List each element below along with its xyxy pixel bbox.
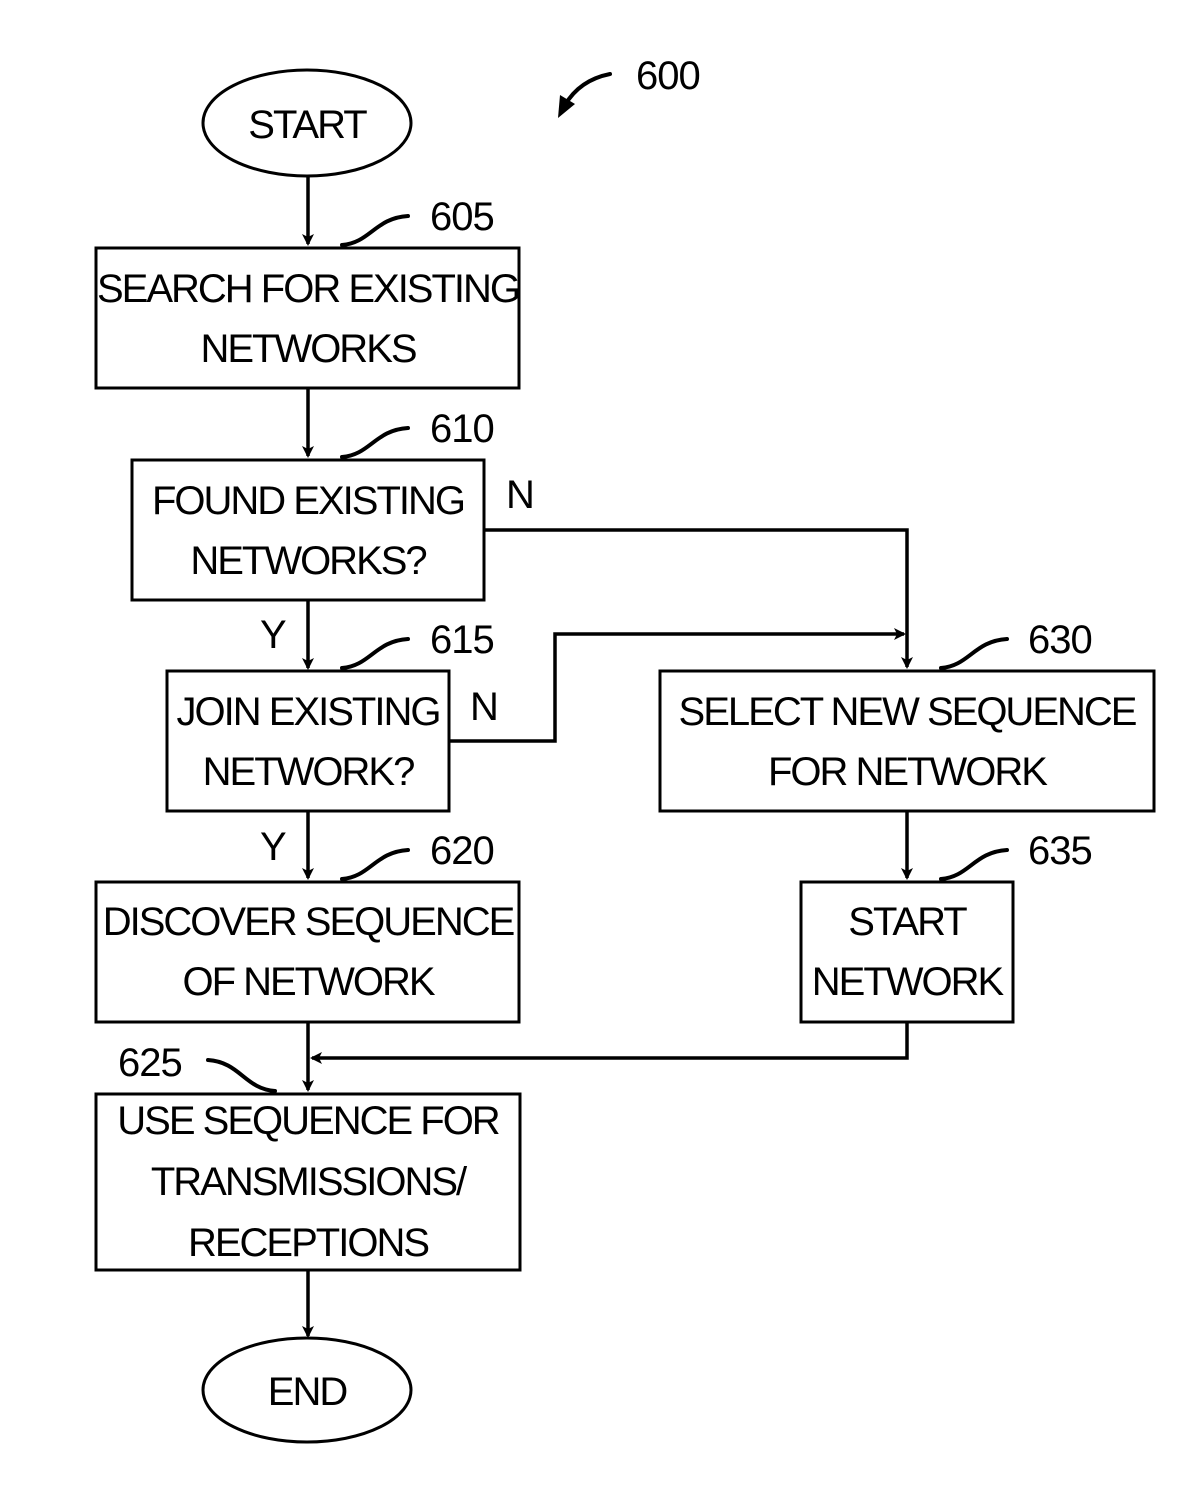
decision-610: FOUND EXISTING NETWORKS? 610 bbox=[130, 407, 495, 602]
decision-615-line-1: JOIN EXISTING bbox=[177, 690, 440, 734]
start-label: START bbox=[248, 103, 367, 147]
edge-610-yes-label: Y bbox=[260, 613, 286, 657]
ref-610-label: 610 bbox=[430, 407, 494, 451]
edge-615-no-label: N bbox=[470, 685, 498, 729]
ref-620-label: 620 bbox=[430, 829, 494, 873]
process-635: START NETWORK 635 bbox=[799, 829, 1093, 1024]
end-label: END bbox=[268, 1370, 347, 1414]
process-635-line-2: NETWORK bbox=[812, 960, 1005, 1004]
decision-610-line-1: FOUND EXISTING bbox=[152, 479, 464, 523]
ref-630-label: 630 bbox=[1028, 618, 1092, 662]
decision-615-line-2: NETWORK? bbox=[203, 750, 414, 794]
start-terminal: START bbox=[201, 68, 413, 178]
ref-605-leader bbox=[340, 214, 410, 247]
figure-ref-arrowhead bbox=[558, 95, 575, 118]
ref-625-leader bbox=[206, 1058, 277, 1093]
ref-620-leader bbox=[340, 848, 410, 881]
figure-ref-600: 600 bbox=[558, 54, 701, 118]
ref-630-leader bbox=[939, 637, 1009, 670]
process-625-line-2: TRANSMISSIONS/ bbox=[151, 1160, 468, 1204]
edge-615-yes-label: Y bbox=[260, 825, 286, 869]
process-625-line-3: RECEPTIONS bbox=[188, 1221, 428, 1265]
flowchart-600: 600 START SEARCH FOR EXISTING NETWORKS 6… bbox=[94, 54, 1156, 1444]
edge-635-to-625 bbox=[310, 1023, 909, 1064]
ref-615-leader bbox=[340, 637, 410, 670]
ref-625-label: 625 bbox=[118, 1041, 182, 1085]
process-625-line-1: USE SEQUENCE FOR bbox=[117, 1099, 500, 1143]
ref-615-label: 615 bbox=[430, 618, 494, 662]
process-605-line-1: SEARCH FOR EXISTING bbox=[97, 267, 519, 311]
end-terminal: END bbox=[201, 1336, 413, 1444]
process-605-line-2: NETWORKS bbox=[200, 327, 415, 371]
decision-615: JOIN EXISTING NETWORK? 615 bbox=[165, 618, 495, 813]
ref-610-leader bbox=[340, 426, 410, 459]
process-630-line-1: SELECT NEW SEQUENCE bbox=[679, 690, 1136, 734]
process-630-line-2: FOR NETWORK bbox=[768, 750, 1048, 794]
process-620-line-1: DISCOVER SEQUENCE bbox=[103, 900, 514, 944]
ref-605-label: 605 bbox=[430, 195, 494, 239]
figure-ref-label: 600 bbox=[636, 54, 700, 98]
process-620-line-2: OF NETWORK bbox=[182, 960, 435, 1004]
ref-635-label: 635 bbox=[1028, 829, 1092, 873]
decision-610-line-2: NETWORKS? bbox=[190, 539, 426, 583]
ref-635-leader bbox=[939, 848, 1009, 881]
figure-ref-leader-arrow bbox=[563, 72, 612, 107]
edge-610-no-to-630 bbox=[484, 528, 913, 669]
edge-610-no-label: N bbox=[506, 473, 534, 517]
process-635-line-1: START bbox=[848, 900, 967, 944]
